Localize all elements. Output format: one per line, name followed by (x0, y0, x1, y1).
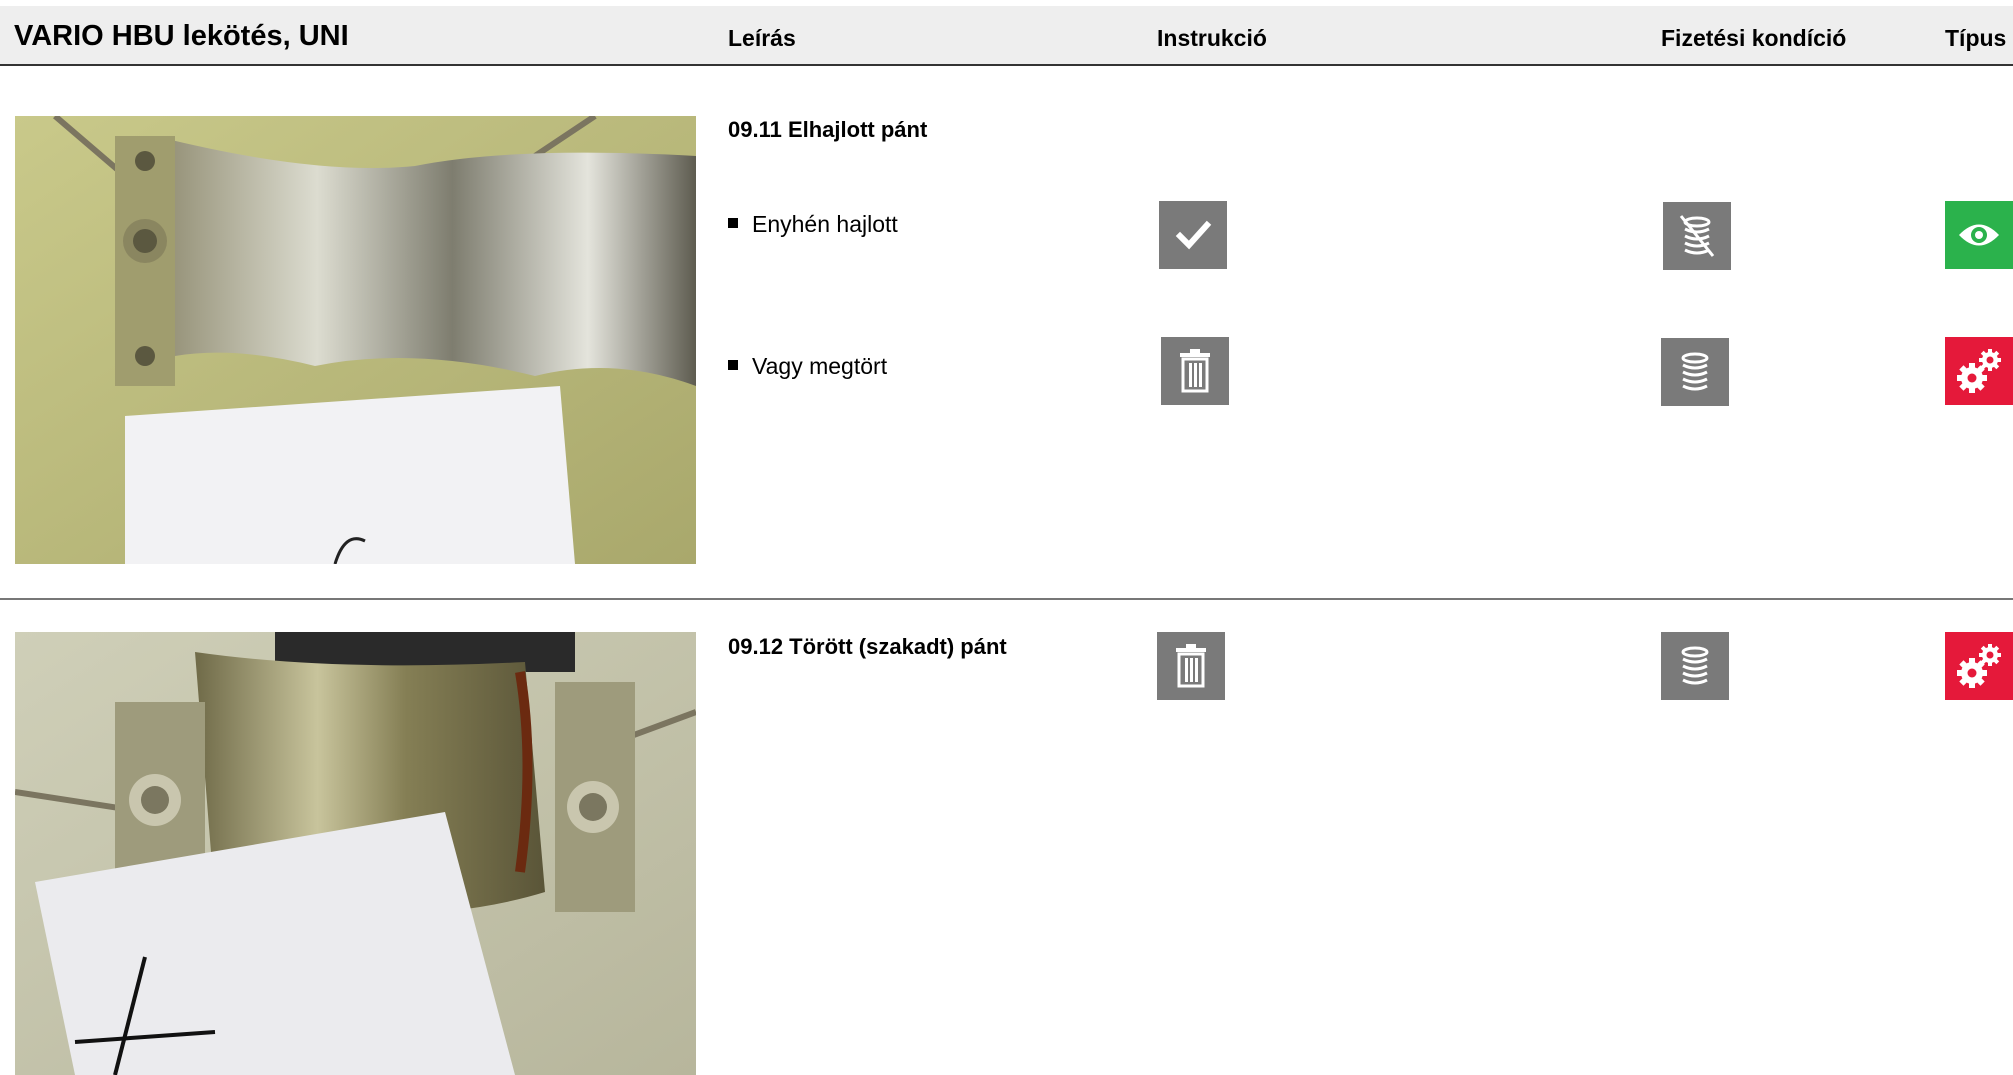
trash-icon[interactable] (1161, 337, 1229, 405)
section-divider (0, 598, 2013, 600)
section-title: 09.12 Törött (szakadt) pánt (728, 634, 1007, 659)
trash-icon[interactable] (1157, 632, 1225, 700)
column-header-instruction: Instrukció (1157, 25, 1267, 51)
bullet-square-icon (728, 359, 738, 370)
coins-icon[interactable] (1661, 338, 1729, 406)
eye-icon[interactable] (1945, 201, 2013, 269)
coins-icon[interactable] (1661, 632, 1729, 700)
list-item-label: Enyhén hajlott (752, 211, 898, 237)
damage-photo-broken-strap (15, 632, 696, 1075)
column-header-type: Típus (1945, 25, 2007, 51)
column-header-payment: Fizetési kondíció (1661, 25, 1847, 51)
list-item: Vagy megtört (728, 353, 887, 380)
table-header: VARIO HBU lekötés, UNI Leírás Instrukció… (0, 6, 2013, 66)
gears-icon[interactable] (1945, 337, 2013, 405)
check-icon[interactable] (1159, 201, 1227, 269)
coins-slashed-icon[interactable] (1663, 202, 1731, 270)
list-item: Enyhén hajlott (728, 211, 898, 238)
section-title: 09.11 Elhajlott pánt (728, 117, 928, 142)
bullet-square-icon (728, 217, 738, 228)
list-item-label: Vagy megtört (752, 353, 888, 379)
column-header-description: Leírás (728, 25, 796, 51)
damage-photo-bent-strap (15, 116, 696, 564)
gears-icon[interactable] (1945, 632, 2013, 700)
page-title: VARIO HBU lekötés, UNI (14, 20, 349, 52)
